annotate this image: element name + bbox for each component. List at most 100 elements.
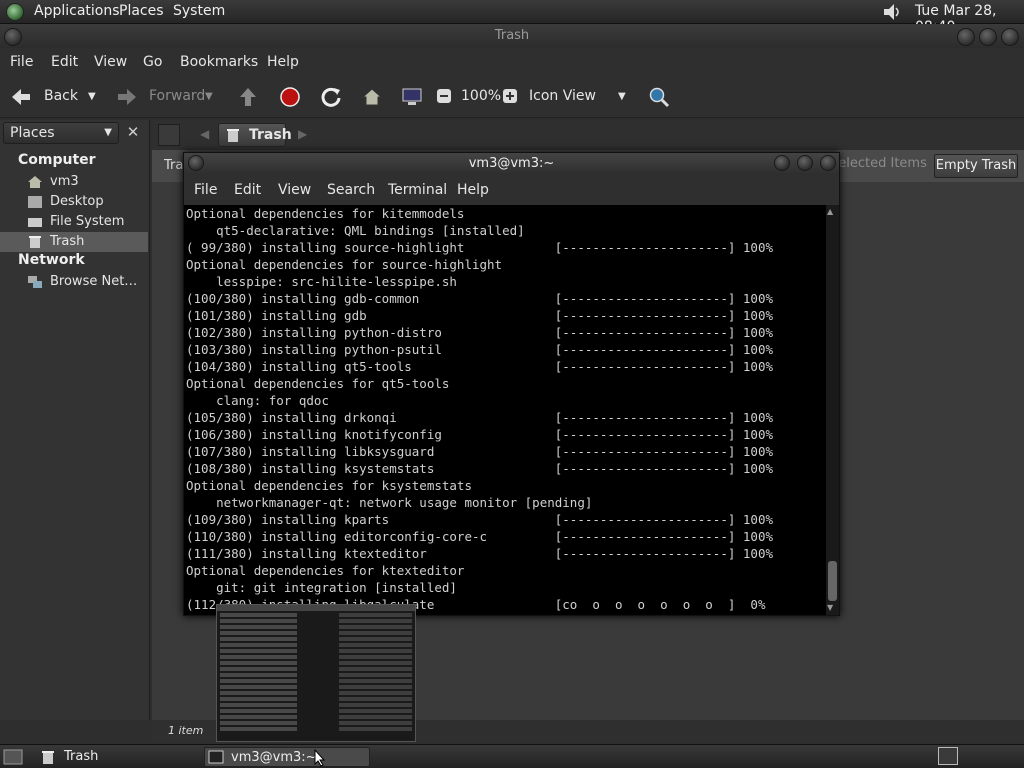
workspace-switcher[interactable]	[938, 747, 958, 765]
sidebar-item-trash[interactable]: Trash	[0, 232, 148, 252]
terminal-icon	[208, 750, 224, 764]
terminal-line: ( 99/380) installing source-highlight [-…	[186, 240, 773, 255]
places-menu[interactable]: Places	[119, 3, 164, 19]
minimize-button[interactable]	[957, 28, 975, 46]
thumbnail-line	[220, 673, 412, 677]
sidebar-item-desktop[interactable]: Desktop	[0, 192, 148, 212]
distro-logo-icon[interactable]	[6, 3, 24, 21]
stop-icon[interactable]	[279, 86, 301, 108]
show-desktop-icon[interactable]	[3, 748, 23, 766]
applications-menu[interactable]: Applications	[34, 3, 120, 19]
reload-icon[interactable]	[320, 86, 342, 108]
thumbnail-line	[220, 727, 412, 731]
task-label: vm3@vm3:~	[231, 750, 317, 765]
terminal-line: (102/380) installing python-distro [----…	[186, 325, 773, 340]
chevron-left-icon[interactable]: ◀	[200, 127, 209, 141]
thumbnail-line	[220, 721, 412, 725]
search-icon[interactable]	[648, 86, 670, 108]
terminal-window-menu-button[interactable]	[188, 155, 204, 171]
thumbnail-line	[220, 637, 412, 641]
breadcrumb-trash[interactable]: Trash	[218, 123, 292, 147]
terminal-close-button[interactable]	[820, 155, 836, 171]
home-icon	[28, 176, 42, 188]
computer-icon[interactable]	[401, 86, 423, 108]
chevron-right-icon[interactable]: ▶	[298, 127, 307, 141]
trash-icon	[29, 236, 41, 248]
terminal-menu-search[interactable]: Search	[327, 182, 375, 198]
menu-file[interactable]: File	[10, 54, 33, 70]
task-terminal[interactable]: vm3@vm3:~	[204, 747, 370, 767]
zoom-out-icon[interactable]	[436, 88, 452, 104]
restore-selected-button[interactable]: Selected Items	[830, 156, 927, 171]
up-arrow-icon[interactable]	[237, 86, 259, 108]
home-icon[interactable]	[361, 86, 383, 108]
terminal-menu-edit[interactable]: Edit	[234, 182, 261, 198]
terminal-output[interactable]: Optional dependencies for kitemmodels qt…	[184, 205, 826, 615]
menu-edit[interactable]: Edit	[51, 54, 78, 70]
scroll-down-icon[interactable]: ▼	[827, 603, 833, 612]
thumbnail-line	[220, 697, 412, 701]
top-panel: Applications Places System Tue Mar 28, 0…	[0, 0, 1024, 35]
terminal-menu-file[interactable]: File	[194, 182, 217, 198]
menu-help[interactable]: Help	[267, 54, 299, 70]
terminal-scrollbar[interactable]: ▲ ▼	[826, 205, 839, 615]
terminal-menu-view[interactable]: View	[278, 182, 311, 198]
sidebar-item-vm3[interactable]: vm3	[0, 172, 148, 192]
terminal-menubar: File Edit View Search Terminal Help	[184, 175, 839, 205]
thumbnail-line	[220, 649, 412, 653]
back-button[interactable]: Back	[44, 88, 78, 104]
menu-bookmarks[interactable]: Bookmarks	[180, 54, 258, 70]
trash-icon	[42, 751, 54, 764]
toolbar: Back ▼ Forward ▼ 100% Icon View ▼	[0, 76, 1024, 118]
view-mode-dropdown[interactable]: ▼	[618, 91, 626, 102]
terminal-line: Optional dependencies for source-highlig…	[186, 257, 503, 272]
places-combo[interactable]: Places ▼	[3, 122, 119, 144]
terminal-line: (100/380) installing gdb-common [-------…	[186, 291, 773, 306]
close-sidebar-button[interactable]: ✕	[122, 123, 144, 143]
sidebar-header-computer: Computer	[18, 152, 96, 168]
back-arrow-icon[interactable]	[10, 86, 32, 108]
empty-trash-button[interactable]: Empty Trash	[934, 154, 1018, 178]
thumbnail-titlebar	[217, 605, 415, 611]
terminal-line: (104/380) installing qt5-tools [--------…	[186, 359, 773, 374]
terminal-window: vm3@vm3:~ File Edit View Search Terminal…	[183, 152, 840, 616]
places-combo-label: Places	[10, 125, 55, 141]
terminal-menu-help[interactable]: Help	[457, 182, 489, 198]
system-menu[interactable]: System	[173, 3, 225, 19]
forward-button[interactable]: Forward	[149, 88, 205, 104]
window-menu-button[interactable]	[4, 28, 22, 46]
mouse-cursor-icon	[314, 749, 326, 767]
zoom-in-icon[interactable]	[502, 88, 518, 104]
status-text: 1 item	[168, 724, 204, 737]
bottom-panel: Trash vm3@vm3:~	[0, 744, 1024, 768]
sidebar-item-browse-network[interactable]: Browse Net…	[0, 272, 148, 292]
edit-location-icon[interactable]	[158, 124, 180, 146]
menu-view[interactable]: View	[94, 54, 127, 70]
task-trash[interactable]: Trash	[38, 747, 188, 767]
terminal-line: (103/380) installing python-psutil [----…	[186, 342, 773, 357]
scroll-up-icon[interactable]: ▲	[827, 207, 833, 216]
chevron-down-icon: ▼	[104, 127, 112, 138]
thumbnail-line	[220, 679, 412, 683]
sidebar-item-file-system[interactable]: File System	[0, 212, 148, 232]
thumbnail-line	[220, 631, 412, 635]
maximize-button[interactable]	[979, 28, 997, 46]
terminal-menu-terminal[interactable]: Terminal	[388, 182, 447, 198]
forward-history-dropdown[interactable]: ▼	[205, 91, 213, 102]
thumbnail-content	[217, 613, 415, 731]
terminal-line: lesspipe: src-hilite-lesspipe.sh	[186, 274, 457, 289]
terminal-line: (106/380) installing knotifyconfig [----…	[186, 427, 773, 442]
speaker-icon[interactable]	[882, 2, 904, 22]
thumbnail-line	[220, 619, 412, 623]
trash-icon	[227, 129, 239, 142]
view-mode-select[interactable]: Icon View	[529, 88, 596, 104]
scroll-thumb[interactable]	[828, 561, 837, 601]
menu-go[interactable]: Go	[143, 54, 162, 70]
close-button[interactable]	[1001, 28, 1019, 46]
thumbnail-line	[220, 625, 412, 629]
back-history-dropdown[interactable]: ▼	[88, 91, 96, 102]
terminal-minimize-button[interactable]	[774, 155, 790, 171]
zoom-level[interactable]: 100%	[461, 88, 501, 104]
terminal-maximize-button[interactable]	[797, 155, 813, 171]
terminal-line: Optional dependencies for qt5-tools	[186, 376, 450, 391]
